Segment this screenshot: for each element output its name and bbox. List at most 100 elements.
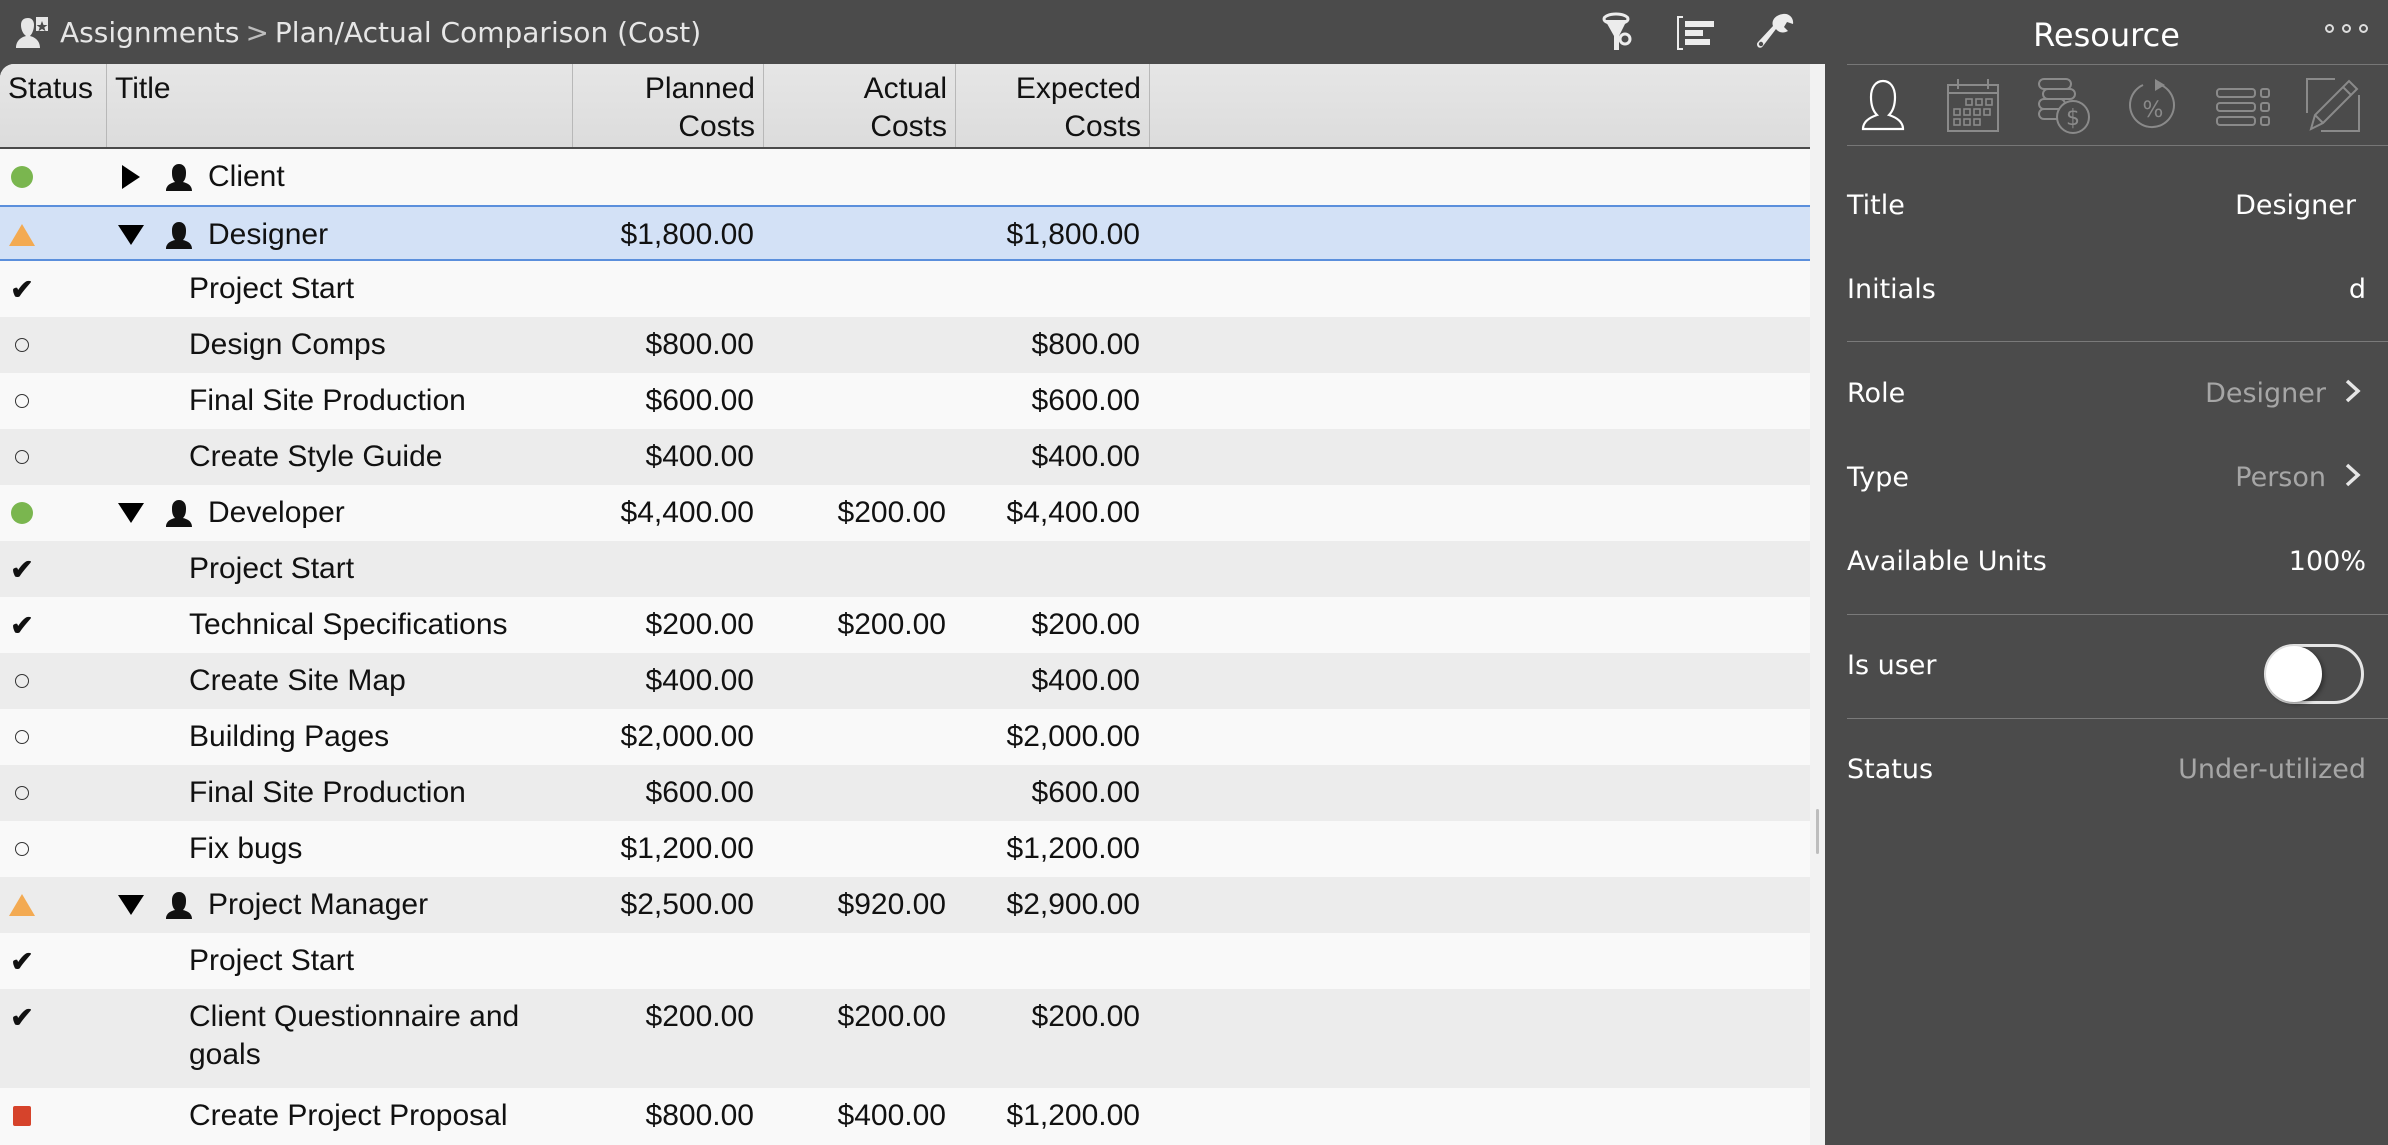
field-role[interactable]: Role Designer: [1847, 354, 2366, 434]
planned-cost-cell[interactable]: $600.00: [573, 765, 754, 821]
expected-cost-cell[interactable]: $1,200.00: [956, 1088, 1140, 1144]
row-title[interactable]: Developer: [208, 485, 345, 541]
planned-cost-cell[interactable]: $400.00: [573, 429, 754, 485]
expected-cost-cell[interactable]: $2,900.00: [956, 877, 1140, 933]
row-title[interactable]: Project Manager: [208, 877, 428, 933]
actual-cost-cell[interactable]: [764, 821, 946, 877]
row-title[interactable]: Create Site Map: [189, 653, 406, 709]
calendar-tab-icon[interactable]: [1943, 75, 2003, 135]
row-title[interactable]: Fix bugs: [189, 821, 302, 877]
task-row[interactable]: ✔ Technical Specifications $200.00 $200.00 $…: [0, 597, 1810, 653]
actual-cost-cell[interactable]: [764, 933, 946, 989]
expected-cost-cell[interactable]: $200.00: [956, 989, 1140, 1045]
list-tab-icon[interactable]: [2213, 75, 2273, 135]
actual-cost-cell[interactable]: [764, 207, 946, 263]
expected-cost-cell[interactable]: $400.00: [956, 653, 1140, 709]
row-title[interactable]: Create Project Proposal: [189, 1088, 508, 1144]
notes-tab-icon[interactable]: [2303, 75, 2363, 135]
planned-cost-cell[interactable]: $4,400.00: [573, 485, 754, 541]
task-row[interactable]: ✔ Client Questionnaire and goals $200.00 $20…: [0, 989, 1810, 1088]
field-title[interactable]: Title Designer: [1847, 166, 2366, 246]
planned-cost-cell[interactable]: $2,500.00: [573, 877, 754, 933]
task-row[interactable]: Create Style Guide $400.00 $400.00: [0, 429, 1810, 485]
column-header-status[interactable]: Status: [0, 64, 107, 147]
expected-cost-cell[interactable]: [956, 261, 1140, 317]
field-title-value[interactable]: Designer: [2235, 166, 2356, 246]
actual-cost-cell[interactable]: [764, 317, 946, 373]
planned-cost-cell[interactable]: $1,800.00: [573, 207, 754, 263]
planned-cost-cell[interactable]: [573, 149, 754, 205]
planned-cost-cell[interactable]: $800.00: [573, 1088, 754, 1144]
expected-cost-cell[interactable]: $800.00: [956, 317, 1140, 373]
resource-tab-icon[interactable]: [1853, 75, 1913, 135]
row-title[interactable]: Designer: [208, 207, 328, 263]
row-title[interactable]: Client: [208, 149, 285, 205]
actual-cost-cell[interactable]: [764, 373, 946, 429]
planned-cost-cell[interactable]: [573, 933, 754, 989]
disclosure-expanded-icon[interactable]: [118, 877, 144, 933]
expected-cost-cell[interactable]: $200.00: [956, 597, 1140, 653]
resource-row[interactable]: Project Manager $2,500.00 $920.00 $2,900.00: [0, 877, 1810, 933]
cost-tab-icon[interactable]: $: [2033, 75, 2093, 135]
row-title[interactable]: Project Start: [189, 933, 354, 989]
actual-cost-cell[interactable]: $400.00: [764, 1088, 946, 1144]
expected-cost-cell[interactable]: [956, 541, 1140, 597]
planned-cost-cell[interactable]: $1,200.00: [573, 821, 754, 877]
task-row[interactable]: ✔ Project Start: [0, 261, 1810, 317]
column-header-planned-costs[interactable]: Planned Costs: [573, 64, 764, 147]
task-row[interactable]: Final Site Production $600.00 $600.00: [0, 373, 1810, 429]
split-divider[interactable]: [1810, 64, 1825, 1145]
field-initials-value[interactable]: d: [2349, 250, 2366, 330]
disclosure-expanded-icon[interactable]: [118, 207, 144, 263]
task-row[interactable]: Create Project Proposal $800.00 $400.00 $1,…: [0, 1088, 1810, 1144]
breadcrumb-assignments[interactable]: Assignments: [60, 16, 239, 49]
task-row[interactable]: Create Site Map $400.00 $400.00: [0, 653, 1810, 709]
percent-tab-icon[interactable]: %: [2123, 75, 2183, 135]
task-row[interactable]: Building Pages $2,000.00 $2,000.00: [0, 709, 1810, 765]
disclosure-expanded-icon[interactable]: [118, 485, 144, 541]
actual-cost-cell[interactable]: $200.00: [764, 989, 946, 1045]
planned-cost-cell[interactable]: $800.00: [573, 317, 754, 373]
planned-cost-cell[interactable]: $400.00: [573, 653, 754, 709]
actual-cost-cell[interactable]: [764, 429, 946, 485]
chevron-right-icon[interactable]: [2344, 462, 2362, 488]
row-title[interactable]: Building Pages: [189, 709, 389, 765]
expected-cost-cell[interactable]: $400.00: [956, 429, 1140, 485]
expected-cost-cell[interactable]: $600.00: [956, 765, 1140, 821]
row-title[interactable]: Final Site Production: [189, 373, 466, 429]
expected-cost-cell[interactable]: [956, 933, 1140, 989]
field-available-units-value[interactable]: 100%: [2289, 522, 2366, 602]
column-header-title[interactable]: Title: [107, 64, 573, 147]
more-icon[interactable]: [2325, 24, 2368, 33]
actual-cost-cell[interactable]: [764, 653, 946, 709]
row-title-line2[interactable]: goals: [189, 1027, 261, 1083]
planned-cost-cell[interactable]: $600.00: [573, 373, 754, 429]
actual-cost-cell[interactable]: $200.00: [764, 597, 946, 653]
row-title[interactable]: Project Start: [189, 261, 354, 317]
actual-cost-cell[interactable]: $200.00: [764, 485, 946, 541]
row-title[interactable]: Technical Specifications: [189, 597, 508, 653]
disclosure-collapsed-icon[interactable]: [118, 149, 144, 205]
row-title[interactable]: Create Style Guide: [189, 429, 442, 485]
actual-cost-cell[interactable]: [764, 149, 946, 205]
task-row[interactable]: Design Comps $800.00 $800.00: [0, 317, 1810, 373]
task-row[interactable]: ✔ Project Start: [0, 541, 1810, 597]
filter-icon[interactable]: [1597, 10, 1641, 54]
resource-row[interactable]: Designer $1,800.00 $1,800.00: [0, 205, 1810, 261]
task-row[interactable]: Fix bugs $1,200.00 $1,200.00: [0, 821, 1810, 877]
actual-cost-cell[interactable]: [764, 541, 946, 597]
wrench-icon[interactable]: [1753, 10, 1797, 54]
planned-cost-cell[interactable]: [573, 541, 754, 597]
field-available-units[interactable]: Available Units 100%: [1847, 522, 2366, 602]
task-row[interactable]: Final Site Production $600.00 $600.00: [0, 765, 1810, 821]
expected-cost-cell[interactable]: [956, 149, 1140, 205]
expected-cost-cell[interactable]: $1,200.00: [956, 821, 1140, 877]
resource-row[interactable]: Developer $4,400.00 $200.00 $4,400.00: [0, 485, 1810, 541]
column-header-actual-costs[interactable]: Actual Costs: [764, 64, 956, 147]
expected-cost-cell[interactable]: $4,400.00: [956, 485, 1140, 541]
outline-view-icon[interactable]: [1673, 10, 1717, 54]
field-initials[interactable]: Initials d: [1847, 250, 2366, 330]
chevron-right-icon[interactable]: [2344, 378, 2362, 404]
task-row[interactable]: ✔ Project Start: [0, 933, 1810, 989]
expected-cost-cell[interactable]: $1,800.00: [956, 207, 1140, 263]
